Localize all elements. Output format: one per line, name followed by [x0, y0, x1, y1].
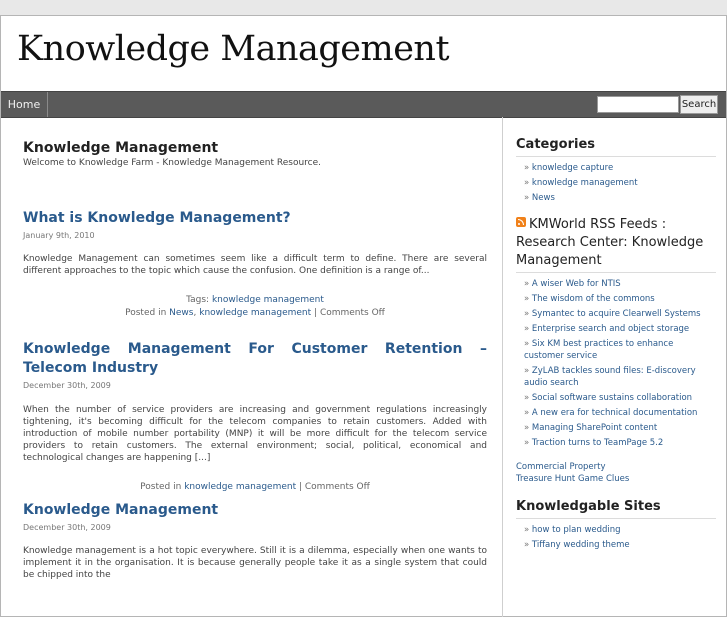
rss-item-link[interactable]: Traction turns to TeamPage 5.2 [532, 438, 663, 448]
rss-item-link[interactable]: A new era for technical documentation [532, 408, 698, 418]
navigation-bar: Home Search [1, 91, 726, 118]
posted-in-label: Posted in [125, 308, 167, 318]
category-link[interactable]: knowledge management [532, 178, 638, 188]
site-item[interactable]: Tiffany wedding theme [524, 538, 716, 553]
post-title-link[interactable]: What is Knowledge Management? [23, 210, 291, 226]
post-meta: Posted in News, knowledge management | C… [125, 308, 385, 318]
rss-item[interactable]: ZyLAB tackles sound files: E-discovery a… [524, 364, 716, 391]
rss-item[interactable]: Traction turns to TeamPage 5.2 [524, 436, 716, 451]
post: Knowledge Management December 30th, 2009… [23, 501, 487, 581]
category-item[interactable]: knowledge capture [524, 161, 716, 176]
rss-widget-title: KMWorld RSS Feeds : Research Center: Kno… [516, 216, 716, 270]
rss-item-link[interactable]: A wiser Web for NTIS [532, 279, 621, 289]
category-item[interactable]: knowledge management [524, 176, 716, 191]
rss-item[interactable]: Managing SharePoint content [524, 421, 716, 436]
site-item[interactable]: how to plan wedding [524, 523, 716, 538]
rss-item[interactable]: Social software sustains collaboration [524, 391, 716, 406]
rss-item-link[interactable]: Symantec to acquire Clearwell Systems [532, 309, 701, 319]
post-title-link[interactable]: Knowledge Management [23, 502, 218, 518]
post-date: December 30th, 2009 [23, 523, 111, 532]
divider [516, 518, 716, 519]
rss-item-link[interactable]: ZyLAB tackles sound files: E-discovery a… [524, 366, 696, 388]
post-tags: Tags: knowledge management [23, 294, 487, 307]
nav-home-link[interactable]: Home [1, 92, 48, 117]
post-title[interactable]: Knowledge Management [23, 501, 487, 520]
post-meta: Posted in knowledge management | Comment… [140, 482, 370, 492]
rss-item-link[interactable]: Six KM best practices to enhance custome… [524, 339, 673, 361]
rss-item-link[interactable]: Enterprise search and object storage [532, 324, 689, 334]
sites-title: Knowledgable Sites [516, 499, 661, 514]
category-item[interactable]: News [524, 191, 716, 206]
rss-item-link[interactable]: Social software sustains collaboration [532, 393, 692, 403]
post-date: December 30th, 2009 [23, 381, 111, 390]
rss-item[interactable]: A wiser Web for NTIS [524, 277, 716, 292]
category-separator: , [193, 308, 197, 318]
rss-item-link[interactable]: The wisdom of the commons [532, 294, 655, 304]
sidebar: Categories knowledge capture knowledge m… [516, 117, 716, 553]
site-link[interactable]: Tiffany wedding theme [532, 540, 630, 550]
tag-link[interactable]: knowledge management [212, 295, 324, 305]
commercial-property-link[interactable]: Commercial Property [516, 462, 606, 472]
category-link[interactable]: News [532, 193, 555, 203]
main-content: Knowledge Management Welcome to Knowledg… [1, 117, 503, 617]
posted-in-label: Posted in [140, 482, 182, 492]
post-date: January 9th, 2010 [23, 231, 95, 240]
search-button[interactable]: Search [680, 95, 718, 114]
sites-list: how to plan wedding Tiffany wedding them… [516, 523, 716, 553]
site-link[interactable]: how to plan wedding [532, 525, 621, 535]
page-container: Knowledge Management Home Search Knowled… [0, 15, 727, 617]
post-excerpt: When the number of service providers are… [23, 405, 487, 463]
tags-label: Tags: [186, 295, 210, 305]
comments-status: Comments Off [319, 308, 385, 318]
rss-item[interactable]: The wisdom of the commons [524, 292, 716, 307]
rss-item[interactable]: Enterprise search and object storage [524, 322, 716, 337]
divider [516, 272, 716, 273]
rss-feed-list: A wiser Web for NTIS The wisdom of the c… [516, 277, 716, 451]
category-link[interactable]: News [169, 308, 193, 318]
rss-title-text[interactable]: KMWorld RSS Feeds : Research Center: Kno… [516, 217, 703, 268]
post-title[interactable]: What is Knowledge Management? [23, 209, 487, 228]
rss-item[interactable]: Symantec to acquire Clearwell Systems [524, 307, 716, 322]
post: What is Knowledge Management? January 9t… [23, 209, 487, 320]
category-link[interactable]: knowledge management [184, 482, 296, 492]
rss-item[interactable]: Six KM best practices to enhance custome… [524, 337, 716, 364]
treasure-hunt-link[interactable]: Treasure Hunt Game Clues [516, 474, 629, 484]
search-input[interactable] [597, 96, 679, 113]
categories-list: knowledge capture knowledge management N… [516, 161, 716, 206]
comments-status: Comments Off [304, 482, 370, 492]
rss-item[interactable]: A new era for technical documentation [524, 406, 716, 421]
extra-links: Commercial Property Treasure Hunt Game C… [516, 461, 716, 485]
rss-icon[interactable] [516, 217, 526, 227]
post: Knowledge Management For Customer Retent… [23, 340, 487, 494]
category-link[interactable]: knowledge management [199, 308, 311, 318]
site-title[interactable]: Knowledge Management [17, 29, 450, 69]
intro-text: Welcome to Knowledge Farm - Knowledge Ma… [23, 158, 322, 168]
post-excerpt: Knowledge management is a hot topic ever… [23, 546, 487, 580]
category-link[interactable]: knowledge capture [532, 163, 613, 173]
categories-title: Categories [516, 137, 596, 152]
post-title-link[interactable]: Knowledge Management For Customer Retent… [23, 341, 487, 376]
intro-title: Knowledge Management [23, 140, 219, 156]
post-excerpt: Knowledge Management can sometimes seem … [23, 254, 487, 276]
post-title[interactable]: Knowledge Management For Customer Retent… [23, 340, 487, 378]
rss-item-link[interactable]: Managing SharePoint content [532, 423, 657, 433]
divider [516, 156, 716, 157]
